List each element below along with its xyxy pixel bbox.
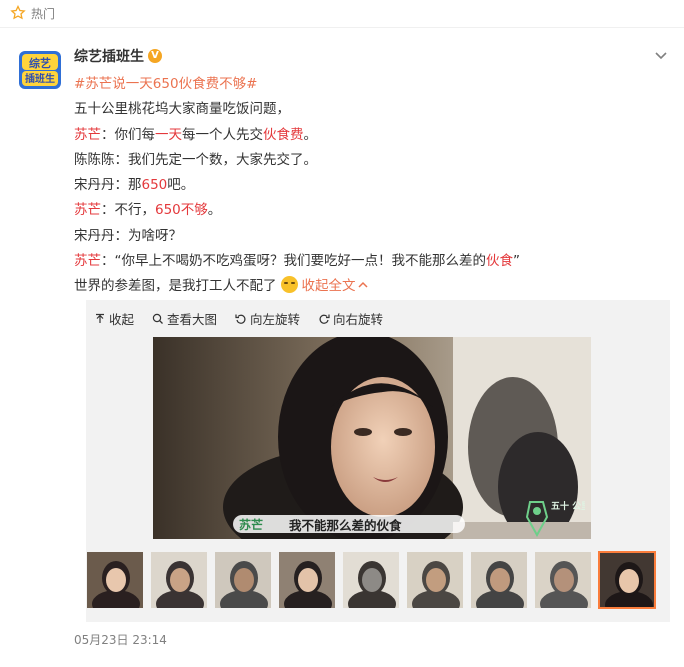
post-line: 苏芒：“你早上不喝奶不吃鸡蛋呀？我们要吃好一点！我不能那么差的伙食”	[74, 249, 664, 274]
line-text: 。	[303, 126, 318, 143]
topic-line: #苏芒说一天650伙食费不够#	[74, 72, 664, 97]
line-text: 每一个人先交	[182, 126, 263, 143]
post-line: 苏芒：你们每一天每一个人先交伙食费。	[74, 123, 664, 148]
collapse-button[interactable]: 收起	[94, 309, 134, 328]
post-line: 宋丹丹：为啥呀？	[74, 224, 664, 249]
star-icon	[10, 5, 26, 20]
thumbnail-8[interactable]	[534, 551, 592, 609]
collapse-icon	[96, 313, 104, 323]
rotate-right-label: 向右旋转	[333, 312, 384, 327]
author-row: 综艺插班生	[74, 46, 162, 66]
highlight-text: 650	[141, 177, 168, 194]
highlight-text: 伙食	[486, 253, 513, 270]
thumbnail-4[interactable]	[278, 551, 336, 609]
line-text: 宋丹丹：为啥呀？	[74, 227, 182, 244]
post-line: 苏芒：不行，650不够。	[74, 198, 664, 223]
topic-link[interactable]: #苏芒说一天650伙食费不够#	[74, 76, 257, 92]
subtitle-name: 苏芒	[239, 517, 264, 532]
search-icon	[152, 313, 163, 324]
view-large-button[interactable]: 查看大图	[152, 309, 217, 328]
line-text: 陈陈陈：我们先定一个数，大家先交了。	[74, 151, 317, 168]
thumbnail-6[interactable]	[406, 551, 464, 609]
expand-link[interactable]: 收起全文	[302, 278, 356, 294]
last-line-text: 世界的参差图，是我打工人不配了	[74, 278, 277, 295]
rotate-left-label: 向左旋转	[250, 312, 301, 327]
avatar[interactable]: 综艺 插班生	[17, 47, 63, 93]
line-text: ：不行，	[101, 202, 155, 219]
rotate-left-button[interactable]: 向左旋转	[235, 309, 300, 328]
post-line: 陈陈陈：我们先定一个数，大家先交了。	[74, 148, 664, 173]
show-logo-icon: 五十 公里 桃花坞	[525, 500, 591, 538]
rotate-left-icon	[235, 314, 246, 324]
line-text: 。	[207, 202, 222, 219]
main-image[interactable]: 苏芒 我不能那么差的伙食 五十 公里 桃花坞	[153, 337, 591, 539]
line-text: 吧。	[167, 177, 195, 194]
chevron-up-icon[interactable]	[357, 280, 368, 290]
thumbnail-strip	[86, 551, 670, 611]
svg-text:综艺: 综艺	[29, 56, 51, 70]
view-large-label: 查看大图	[167, 312, 218, 327]
highlight-text: 伙食费	[263, 126, 304, 143]
watermark-text: 五十 公里 桃花坞	[551, 500, 585, 512]
verified-badge-icon	[148, 49, 162, 63]
author-name[interactable]: 综艺插班生	[74, 46, 144, 66]
thumbnail-3[interactable]	[214, 551, 272, 609]
post-line: 宋丹丹：那650吧。	[74, 173, 664, 198]
collapse-label: 收起	[109, 312, 135, 327]
media-box: 收起 查看大图 向左旋转 向右旋转 苏芒 我不能那么差的伙食 五十 公	[86, 300, 670, 622]
last-line: 世界的参差图，是我打工人不配了 收起全文	[74, 274, 664, 299]
highlight-text: 苏芒	[74, 126, 101, 143]
hot-bar: 热门	[0, 0, 684, 26]
line-text: ：你们每	[101, 126, 155, 143]
thumbnail-1[interactable]	[86, 551, 144, 609]
thumbnail-2[interactable]	[150, 551, 208, 609]
line-text: ”	[513, 253, 520, 270]
rotate-right-button[interactable]: 向右旋转	[318, 309, 383, 328]
highlight-text: 苏芒	[74, 202, 101, 219]
subtitle-bar: 苏芒 我不能那么差的伙食	[233, 515, 465, 533]
thumbnail-5[interactable]	[342, 551, 400, 609]
hot-label: 热门	[31, 6, 56, 21]
thumbnail-7[interactable]	[470, 551, 528, 609]
post-content: #苏芒说一天650伙食费不够# 五十公里桃花坞大家商量吃饭问题， 苏芒：你们每一天…	[74, 72, 664, 300]
chevron-down-icon[interactable]	[654, 48, 668, 62]
timestamp: 05月23日 23:14	[74, 633, 167, 647]
subtitle-text: 我不能那么差的伙食	[289, 517, 402, 533]
svg-text:插班生: 插班生	[25, 72, 55, 85]
media-toolbar: 收起 查看大图 向左旋转 向右旋转	[94, 309, 383, 328]
highlight-text: 650不够	[155, 202, 208, 219]
rotate-right-icon	[319, 314, 330, 324]
line-text: ：“你早上不喝奶不吃鸡蛋呀？我们要吃好一点！我不能那么差的	[101, 253, 486, 270]
post-line: 五十公里桃花坞大家商量吃饭问题，	[74, 97, 664, 122]
line-text: 宋丹丹：那	[74, 177, 142, 194]
line-text: 五十公里桃花坞大家商量吃饭问题，	[74, 101, 290, 118]
emoji-icon	[280, 276, 298, 294]
highlight-text: 一天	[155, 126, 182, 143]
thumbnail-9[interactable]	[598, 551, 656, 609]
highlight-text: 苏芒	[74, 253, 101, 270]
divider	[0, 27, 684, 28]
watermark: 五十 公里 桃花坞	[525, 497, 591, 539]
